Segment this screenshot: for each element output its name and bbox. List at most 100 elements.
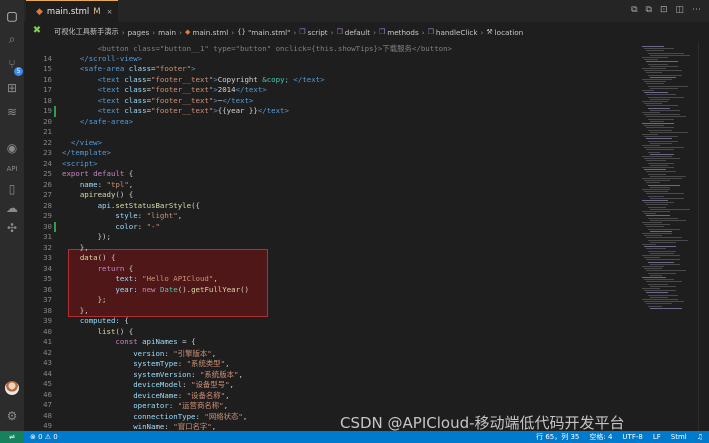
compare-icon[interactable]: ⧉ bbox=[631, 5, 637, 15]
line-number: 37 bbox=[43, 295, 52, 304]
avatar[interactable] bbox=[5, 381, 19, 395]
code-line[interactable]: }, bbox=[62, 306, 89, 315]
end-of-line[interactable]: LF bbox=[653, 433, 661, 441]
minimap-line bbox=[642, 200, 668, 201]
gear-icon[interactable]: ⚙ bbox=[4, 408, 20, 424]
book-icon[interactable]: ▯ bbox=[4, 181, 20, 197]
layers-icon[interactable]: ≋ bbox=[4, 104, 20, 120]
minimap-line bbox=[646, 281, 682, 283]
code-line[interactable]: </safe-area> bbox=[62, 117, 133, 126]
code-line[interactable]: text: "Hello APICloud", bbox=[62, 274, 217, 283]
preview-icon[interactable]: ⧉ bbox=[646, 5, 652, 15]
code-line[interactable]: data() { bbox=[62, 253, 116, 262]
code-line[interactable]: year: new Date().getFullYear() bbox=[62, 285, 249, 294]
code-line[interactable]: connectionType: "网络状态", bbox=[62, 411, 247, 422]
minimap-line bbox=[650, 109, 680, 111]
breadcrumb-item[interactable]: script bbox=[308, 28, 328, 37]
files-icon[interactable]: ▢ bbox=[4, 8, 20, 24]
tab-main-stml[interactable]: ◆ main.stml M × bbox=[26, 0, 119, 23]
minimap-line bbox=[644, 301, 684, 303]
minimap-line bbox=[650, 197, 684, 199]
code-line[interactable]: </scroll-view> bbox=[62, 54, 142, 63]
code-line[interactable]: <text class="footer__text">Copyright &co… bbox=[62, 75, 325, 84]
code-line[interactable]: <safe-area class="footer"> bbox=[62, 64, 196, 73]
code-line[interactable]: computed: { bbox=[62, 316, 129, 325]
code-line[interactable]: apiready() { bbox=[62, 190, 133, 199]
brackets-icon: {} bbox=[237, 28, 246, 36]
minimap-line bbox=[644, 136, 678, 138]
vertical-scrollbar[interactable] bbox=[698, 42, 709, 431]
extensions-icon[interactable]: ⊞ bbox=[4, 80, 20, 96]
encoding[interactable]: UTF-8 bbox=[622, 433, 642, 441]
code-line[interactable]: style: "light", bbox=[62, 211, 182, 220]
open-changes-icon[interactable]: ⊡ bbox=[660, 5, 668, 15]
code-line[interactable]: }); bbox=[62, 232, 111, 241]
code-line[interactable]: return { bbox=[62, 264, 134, 273]
code-line[interactable]: api.setStatusBarStyle({ bbox=[62, 201, 200, 210]
source-control-icon[interactable]: ⑂ 5 bbox=[4, 56, 23, 76]
code-line[interactable]: }; bbox=[62, 295, 107, 304]
minimap-line bbox=[644, 92, 668, 94]
minimap-line bbox=[644, 114, 680, 116]
minimap-line bbox=[642, 167, 674, 168]
cube-icon: ❒ bbox=[427, 28, 434, 36]
code-line[interactable]: <text class="footer__text">~</text> bbox=[62, 96, 254, 105]
breadcrumb-item[interactable]: main.stml bbox=[192, 28, 228, 37]
split-editor-icon[interactable]: ◫ bbox=[675, 5, 684, 15]
code-line[interactable]: operator: "运营商名称", bbox=[62, 400, 228, 411]
bell-icon[interactable]: ♫ bbox=[697, 433, 703, 441]
language-mode[interactable]: Stml bbox=[671, 433, 687, 441]
search-icon[interactable]: ⌕ bbox=[4, 31, 20, 47]
minimap-line bbox=[646, 215, 670, 217]
code-line[interactable]: version: "引擎版本", bbox=[62, 348, 216, 359]
minimap-line bbox=[650, 65, 678, 67]
minimap-line bbox=[644, 202, 674, 204]
minimap-line bbox=[642, 178, 682, 179]
minimap-line bbox=[650, 131, 688, 133]
problems-indicator[interactable]: ⊗ 0 ⚠ 0 bbox=[30, 433, 58, 441]
breadcrumb-item[interactable]: handleClick bbox=[436, 28, 478, 37]
code-line[interactable]: deviceName: "设备名称", bbox=[62, 390, 229, 401]
code-line[interactable]: systemType: "系统类型", bbox=[62, 358, 229, 369]
code-line[interactable]: </view> bbox=[62, 138, 102, 147]
puzzle-icon[interactable]: ✣ bbox=[4, 220, 20, 236]
minimap-line bbox=[642, 189, 670, 190]
code-line[interactable]: color: "-" bbox=[62, 222, 160, 231]
code-line[interactable]: <button class="button__1" type="button" … bbox=[62, 43, 452, 54]
minimap-line bbox=[650, 142, 672, 144]
code-line[interactable]: <text class="footer__text">{{year }}</te… bbox=[62, 106, 289, 115]
breadcrumb-item[interactable]: pages bbox=[128, 28, 150, 37]
code-line[interactable]: }, bbox=[62, 243, 89, 252]
cursor-position[interactable]: 行 65，列 35 bbox=[536, 432, 579, 442]
minimap-line bbox=[646, 127, 674, 129]
breadcrumb-item[interactable]: 可视化工具新手演示 bbox=[54, 27, 119, 37]
line-number: 43 bbox=[43, 358, 52, 367]
code-line[interactable]: <script> bbox=[62, 159, 98, 168]
breadcrumb-item[interactable]: "main.stml" bbox=[248, 28, 290, 37]
minimap-line bbox=[642, 68, 666, 69]
code-line[interactable]: list() { bbox=[62, 327, 134, 336]
code-line[interactable]: deviceModel: "设备型号", bbox=[62, 379, 234, 390]
code-line[interactable]: name: "tpl", bbox=[62, 180, 133, 189]
close-icon[interactable]: × bbox=[107, 8, 113, 16]
code-editor[interactable]: <button class="button__1" type="button" … bbox=[24, 42, 664, 431]
code-line[interactable]: winName: "窗口名字", bbox=[62, 421, 216, 431]
code-line[interactable]: export default { bbox=[62, 169, 133, 178]
line-number: 39 bbox=[43, 316, 52, 325]
minimap[interactable] bbox=[640, 42, 698, 431]
code-line[interactable]: <text class="footer__text">2014</text> bbox=[62, 85, 267, 94]
breadcrumb-item[interactable]: default bbox=[345, 28, 370, 37]
breadcrumb-item[interactable]: location bbox=[495, 28, 524, 37]
breadcrumb-item[interactable]: methods bbox=[387, 28, 419, 37]
line-number: 47 bbox=[43, 400, 52, 409]
eye-icon[interactable]: ◉ bbox=[4, 140, 20, 156]
more-actions-icon[interactable]: ⋯ bbox=[692, 5, 701, 15]
indentation[interactable]: 空格: 4 bbox=[589, 432, 612, 442]
api-label[interactable]: API bbox=[4, 161, 20, 177]
remote-icon[interactable]: ⇌ bbox=[0, 431, 24, 443]
code-line[interactable]: const apiNames = { bbox=[62, 337, 195, 346]
code-line[interactable]: </template> bbox=[62, 148, 111, 157]
cloud-icon[interactable]: ☁ bbox=[4, 200, 20, 216]
breadcrumb-item[interactable]: main bbox=[158, 28, 176, 37]
code-line[interactable]: systemVersion: "系统版本", bbox=[62, 369, 243, 380]
